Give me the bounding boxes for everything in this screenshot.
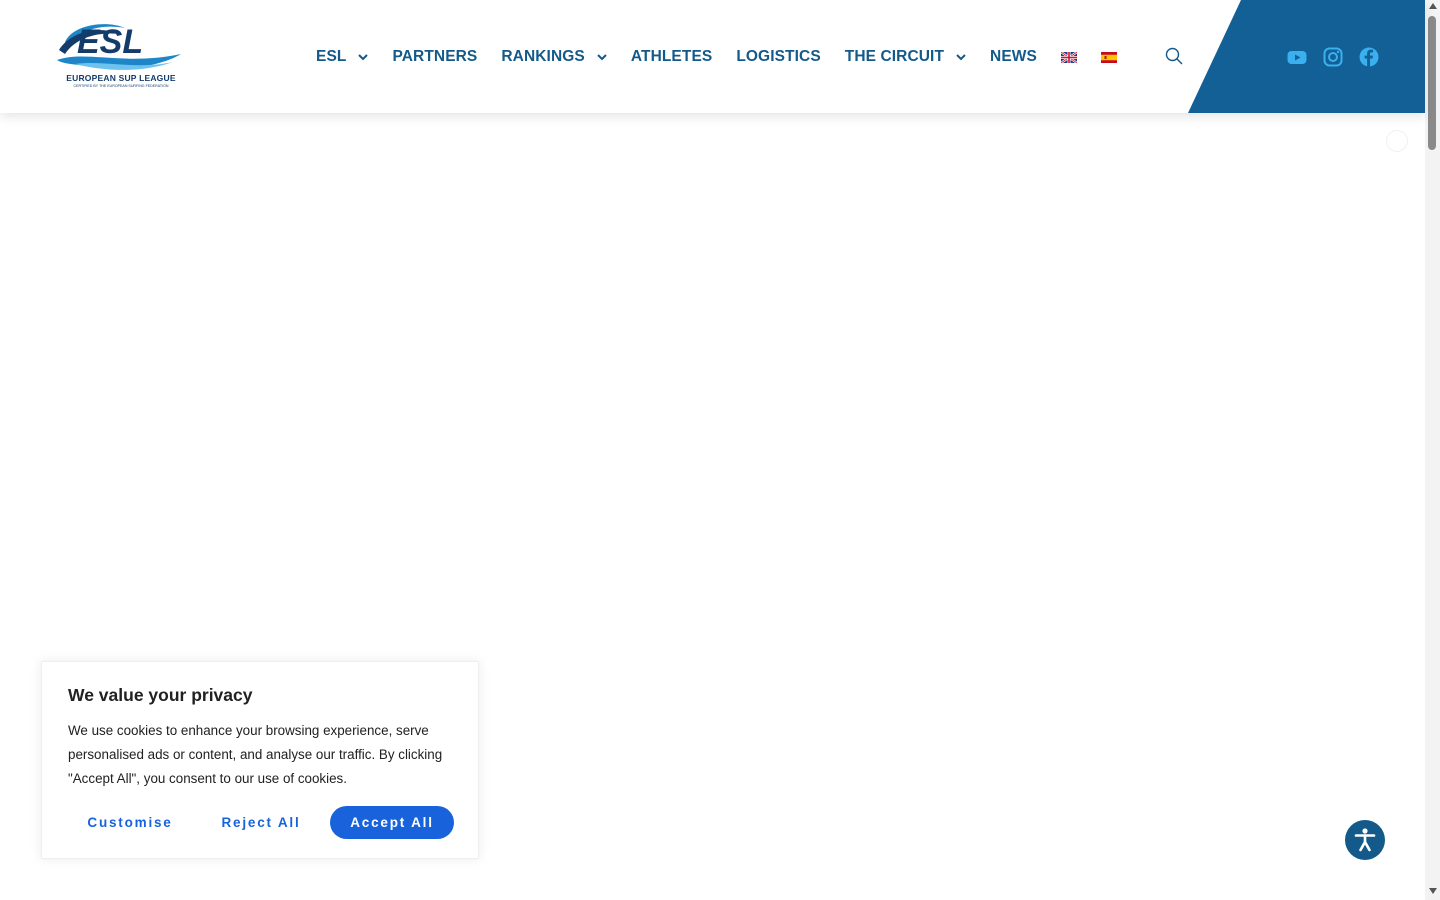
logo-subcaption: CERTIFIED BY THE EUROPEAN SURFING FEDERA…: [73, 84, 169, 88]
page-scrollbar[interactable]: [1425, 0, 1440, 900]
loading-indicator: [1386, 130, 1408, 152]
scroll-up-arrow-icon[interactable]: [1429, 3, 1437, 9]
cookie-text: We use cookies to enhance your browsing …: [68, 723, 443, 786]
chevron-down-icon: [358, 53, 369, 61]
nav-item-label: PARTNERS: [392, 48, 478, 65]
uk-flag-icon[interactable]: [1060, 51, 1077, 63]
nav-item-athletes[interactable]: ATHLETES: [631, 48, 712, 66]
main-nav: ESL PARTNERS RANKINGS ATHLETES LOGISTICS…: [316, 47, 1141, 67]
accept-all-button[interactable]: Accept All: [330, 806, 454, 839]
nav-item-label: RANKINGS: [501, 48, 585, 65]
reject-all-button[interactable]: Reject All: [214, 806, 308, 839]
logo-wordmark: ESL: [77, 23, 143, 61]
esl-logo[interactable]: ESL EUROPEAN SUP LEAGUE CERTIFIED BY THE…: [55, 20, 185, 92]
nav-item-news[interactable]: NEWS: [990, 48, 1037, 66]
instagram-icon[interactable]: [1323, 47, 1343, 67]
customise-button[interactable]: Customise: [80, 806, 180, 839]
nav-item-logistics[interactable]: LOGISTICS: [736, 48, 820, 66]
cookie-banner: We value your privacy We use cookies to …: [41, 661, 479, 859]
nav-item-label: NEWS: [990, 48, 1037, 65]
nav-item-the-circuit[interactable]: THE CIRCUIT: [845, 48, 966, 66]
chevron-down-icon: [956, 53, 966, 61]
logo-caption: EUROPEAN SUP LEAGUE: [66, 73, 176, 83]
nav-item-label: THE CIRCUIT: [844, 48, 945, 65]
nav-item-rankings[interactable]: RANKINGS: [501, 48, 607, 66]
cookie-title: We value your privacy: [68, 685, 253, 705]
site-header: ESL EUROPEAN SUP LEAGUE CERTIFIED BY THE…: [0, 0, 1425, 113]
nav-item-label: ATHLETES: [630, 48, 713, 65]
scroll-thumb[interactable]: [1428, 16, 1436, 150]
youtube-icon[interactable]: [1287, 47, 1307, 67]
esl-logo-graphic: ESL: [57, 23, 181, 70]
facebook-icon[interactable]: [1359, 47, 1379, 67]
chevron-down-icon: [597, 53, 607, 61]
spain-flag-icon[interactable]: [1100, 51, 1117, 63]
nav-item-label: LOGISTICS: [736, 48, 821, 65]
nav-item-label: ESL: [316, 48, 347, 65]
nav-item-partners[interactable]: PARTNERS: [392, 48, 477, 66]
scroll-down-arrow-icon[interactable]: [1429, 888, 1437, 894]
search-icon[interactable]: [1165, 47, 1183, 65]
accessibility-icon[interactable]: [1345, 820, 1385, 860]
nav-item-esl[interactable]: ESL: [316, 48, 369, 66]
